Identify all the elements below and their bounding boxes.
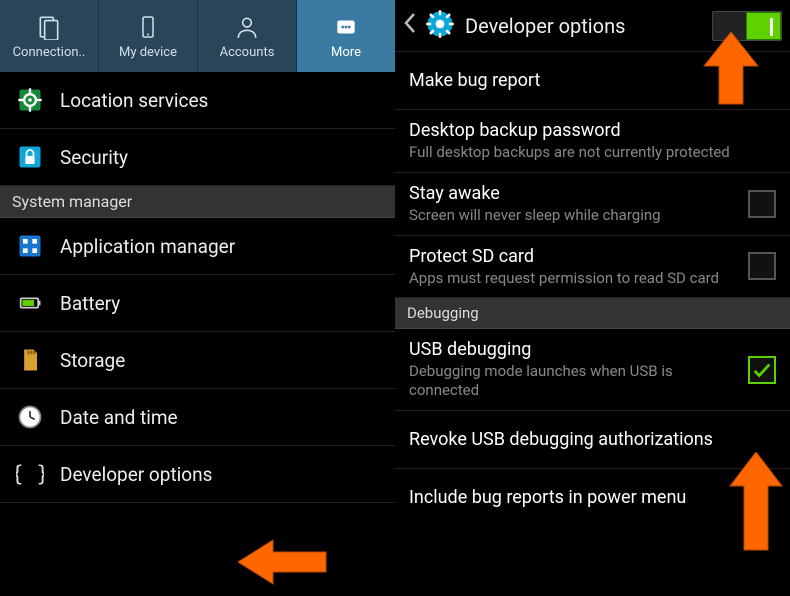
connections-icon [35,13,63,41]
settings-tabs: Connection.. My device Accounts More [0,0,395,72]
tab-label: Connection.. [13,45,86,60]
setting-title: USB debugging [409,339,738,360]
tab-label: My device [119,45,177,60]
master-toggle[interactable] [712,11,782,41]
location-icon [14,84,46,116]
sd-card-icon [14,344,46,376]
settings-list: Location services Security System manage… [0,72,395,503]
row-label: Location services [60,89,208,112]
lock-icon [14,141,46,173]
protect-sd-row[interactable]: Protect SD card Apps must request permis… [395,236,790,299]
setting-title: Protect SD card [409,246,738,267]
titlebar: Developer options [395,0,790,52]
developer-options-screen: Developer options Make bug report Deskto… [395,0,790,596]
apps-icon [14,230,46,262]
date-time-row[interactable]: Date and time [0,389,395,446]
battery-row[interactable]: Battery [0,275,395,332]
setting-subtitle: Full desktop backups are not currently p… [409,143,776,162]
application-manager-row[interactable]: Application manager [0,218,395,275]
annotation-arrow-left [238,535,328,593]
row-label: Date and time [60,406,178,429]
location-services-row[interactable]: Location services [0,72,395,129]
desktop-backup-row[interactable]: Desktop backup password Full desktop bac… [395,110,790,173]
row-label: Application manager [60,235,235,258]
battery-icon [14,287,46,319]
usb-debugging-row[interactable]: USB debugging Debugging mode launches wh… [395,329,790,411]
clock-icon [14,401,46,433]
debugging-header: Debugging [395,298,790,329]
make-bug-report-row[interactable]: Make bug report [395,52,790,110]
setting-title: Revoke USB debugging authorizations [409,429,776,450]
setting-subtitle: Debugging mode launches when USB is conn… [409,362,738,400]
braces-icon: { } [14,458,46,490]
tab-accounts[interactable]: Accounts [198,0,297,72]
setting-subtitle: Screen will never sleep while charging [409,206,738,225]
row-label: Battery [60,292,120,315]
setting-title: Stay awake [409,183,738,204]
setting-subtitle: Apps must request permission to read SD … [409,269,738,288]
usb-debugging-checkbox[interactable] [748,356,776,384]
svg-text:{ }: { } [16,462,44,486]
security-row[interactable]: Security [0,129,395,186]
phone-icon [134,13,162,41]
tab-connections[interactable]: Connection.. [0,0,99,72]
tab-more[interactable]: More [297,0,395,72]
setting-title: Desktop backup password [409,120,776,141]
gear-icon[interactable] [425,9,455,43]
storage-row[interactable]: Storage [0,332,395,389]
more-icon [332,13,360,41]
developer-options-row[interactable]: { } Developer options [0,446,395,503]
row-label: Storage [60,349,125,372]
stay-awake-checkbox[interactable] [748,190,776,218]
tab-my-device[interactable]: My device [99,0,198,72]
stay-awake-row[interactable]: Stay awake Screen will never sleep while… [395,173,790,236]
tab-label: Accounts [220,45,275,60]
row-label: Security [60,146,128,169]
user-icon [233,13,261,41]
tab-label: More [331,45,361,60]
setting-title: Make bug report [409,70,776,91]
back-icon[interactable] [403,12,421,40]
revoke-usb-row[interactable]: Revoke USB debugging authorizations [395,411,790,469]
row-label: Developer options [60,463,212,486]
include-bug-power-row[interactable]: Include bug reports in power menu [395,469,790,527]
settings-more-screen: Connection.. My device Accounts More [0,0,395,596]
system-manager-header: System manager [0,186,395,218]
setting-title: Include bug reports in power menu [409,487,776,508]
protect-sd-checkbox[interactable] [748,252,776,280]
page-title: Developer options [465,14,712,38]
